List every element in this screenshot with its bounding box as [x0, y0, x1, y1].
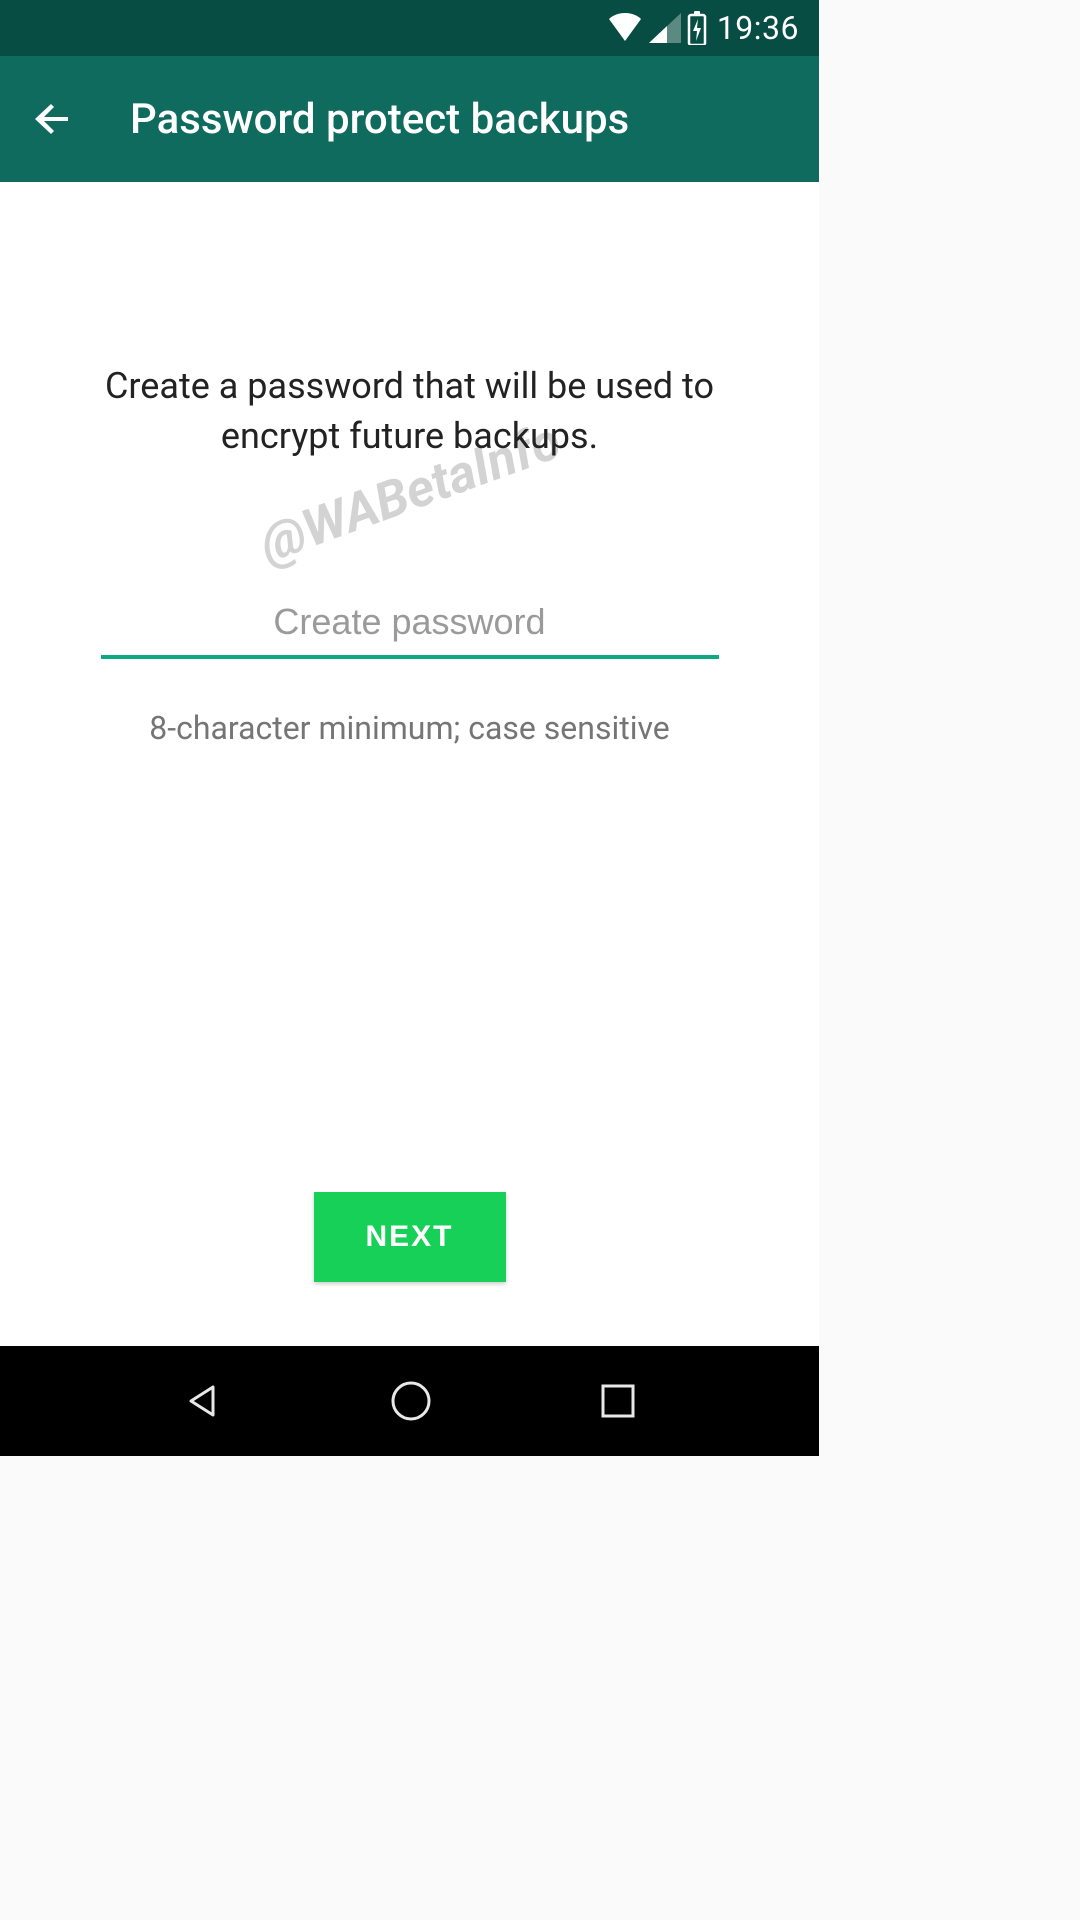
nav-back-icon[interactable]: [183, 1381, 223, 1421]
nav-recent-icon[interactable]: [600, 1383, 636, 1419]
wifi-icon: [607, 13, 643, 43]
main-content: @WABetaInfo Create a password that will …: [0, 182, 819, 1346]
app-bar: Password protect backups: [0, 56, 819, 182]
status-time: 19:36: [717, 9, 799, 47]
cell-signal-icon: [649, 13, 681, 43]
navigation-bar: [0, 1346, 819, 1456]
nav-home-icon[interactable]: [389, 1379, 433, 1423]
description-text: Create a password that will be used to e…: [85, 362, 735, 461]
password-input[interactable]: [101, 601, 719, 659]
status-bar: 19:36: [0, 0, 819, 56]
password-hint: 8-character minimum; case sensitive: [149, 709, 670, 747]
password-input-container: [101, 601, 719, 659]
page-title: Password protect backups: [130, 95, 629, 144]
status-icons: [607, 11, 707, 45]
next-button-label: NEXT: [365, 1220, 453, 1253]
back-button[interactable]: [30, 97, 74, 141]
battery-charging-icon: [687, 11, 707, 45]
next-button[interactable]: NEXT: [313, 1192, 505, 1282]
